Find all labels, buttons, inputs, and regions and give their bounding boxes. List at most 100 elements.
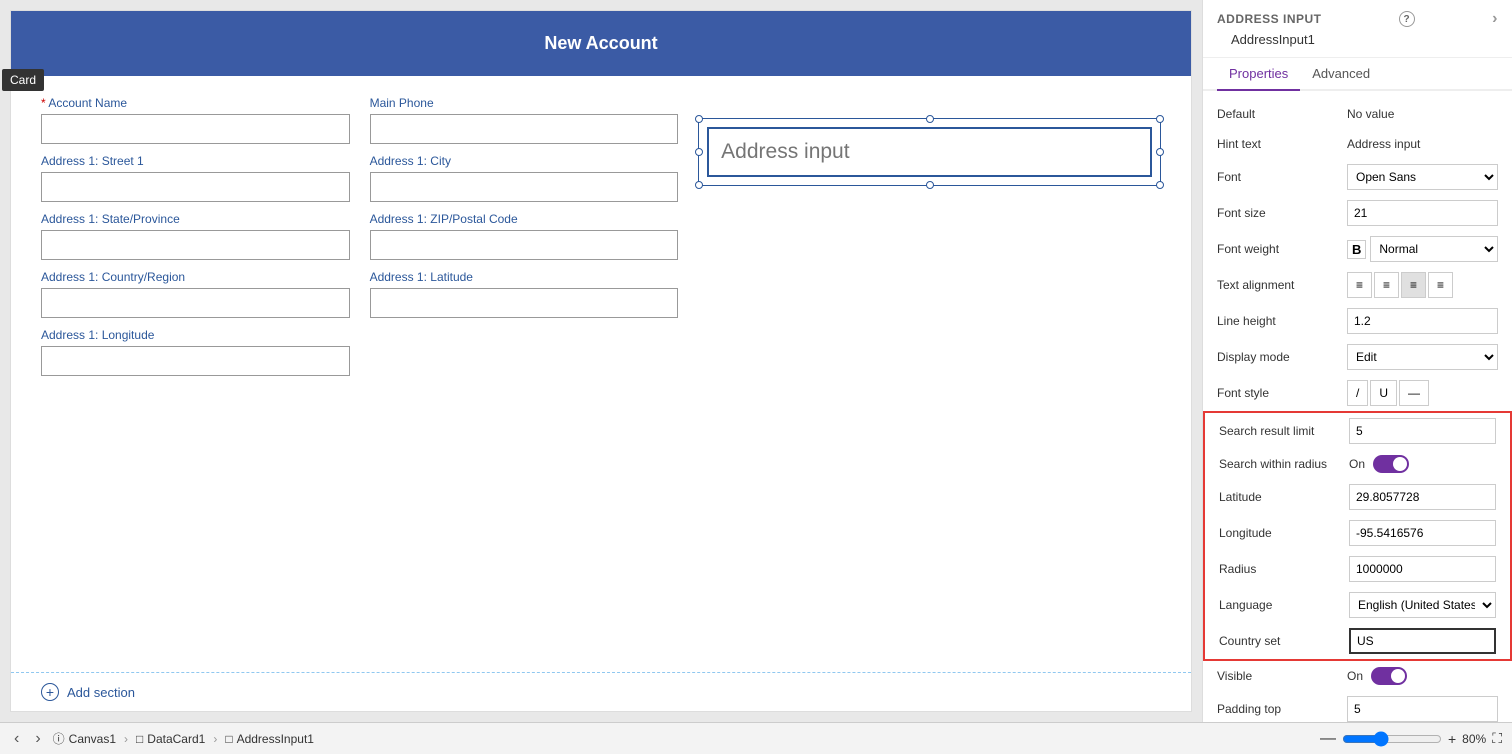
address-lat-field: Address 1: Latitude bbox=[370, 270, 679, 318]
search-within-radius-on-label: On bbox=[1349, 457, 1365, 471]
font-strikethrough-btn[interactable]: — bbox=[1399, 380, 1429, 406]
canvas-label: Canvas1 bbox=[69, 732, 116, 746]
align-justify-btn[interactable]: ≡ bbox=[1428, 272, 1453, 298]
info-icon[interactable]: ? bbox=[1399, 11, 1415, 27]
add-section-icon: + bbox=[41, 683, 59, 701]
address-lat-input[interactable] bbox=[370, 288, 679, 318]
panel-title: ADDRESS INPUT bbox=[1217, 12, 1322, 26]
resize-handle-bottom-mid[interactable] bbox=[926, 181, 934, 189]
prop-hint-text: Hint text Address input bbox=[1203, 129, 1512, 159]
prop-font-size-input[interactable] bbox=[1347, 200, 1498, 226]
prop-longitude: Longitude bbox=[1205, 515, 1510, 551]
tab-advanced[interactable]: Advanced bbox=[1300, 58, 1382, 91]
align-left-btn[interactable]: ≡ bbox=[1347, 272, 1372, 298]
zoom-plus-btn[interactable]: + bbox=[1448, 731, 1456, 747]
address-input-field[interactable] bbox=[707, 127, 1152, 177]
account-name-input[interactable] bbox=[41, 114, 350, 144]
main-phone-field: Main Phone bbox=[370, 96, 679, 144]
address-zip-input[interactable] bbox=[370, 230, 679, 260]
address-state-field: Address 1: State/Province bbox=[41, 212, 350, 260]
address-input-icon: □ bbox=[225, 732, 232, 746]
main-phone-input[interactable] bbox=[370, 114, 679, 144]
zoom-value: 80% bbox=[1462, 732, 1486, 746]
breadcrumb-canvas[interactable]: ⓘ Canvas1 bbox=[53, 730, 116, 747]
prop-padding-top: Padding top bbox=[1203, 691, 1512, 722]
card-tooltip: Card bbox=[2, 69, 44, 91]
prop-padding-top-input[interactable] bbox=[1347, 696, 1498, 722]
add-section-bar[interactable]: + Add section bbox=[11, 672, 1191, 711]
zoom-slider[interactable] bbox=[1342, 731, 1442, 747]
prop-search-within-radius-label: Search within radius bbox=[1219, 457, 1349, 471]
status-bar-right: — + 80% ⛶ bbox=[1320, 730, 1502, 748]
address-zip-field: Address 1: ZIP/Postal Code bbox=[370, 212, 679, 260]
prop-display-mode-label: Display mode bbox=[1217, 350, 1347, 364]
prop-line-height-label: Line height bbox=[1217, 314, 1347, 328]
chevron-back-btn[interactable]: ‹ bbox=[10, 728, 23, 750]
prop-country-set-input[interactable] bbox=[1349, 628, 1496, 654]
main-phone-label: Main Phone bbox=[370, 96, 679, 110]
resize-handle-top-left[interactable] bbox=[695, 115, 703, 123]
panel-close-icon[interactable]: › bbox=[1492, 10, 1498, 28]
resize-handle-top-right[interactable] bbox=[1156, 115, 1164, 123]
resize-handle-bottom-left[interactable] bbox=[695, 181, 703, 189]
visible-toggle-container: On bbox=[1347, 667, 1407, 685]
prop-latitude-input[interactable] bbox=[1349, 484, 1496, 510]
address-lon-input[interactable] bbox=[41, 346, 350, 376]
prop-font-style-label: Font style bbox=[1217, 386, 1347, 400]
prop-text-alignment: Text alignment ≡ ≡ ≡ ≡ bbox=[1203, 267, 1512, 303]
prop-longitude-input[interactable] bbox=[1349, 520, 1496, 546]
prop-language-select[interactable]: English (United States) bbox=[1349, 592, 1496, 618]
prop-longitude-label: Longitude bbox=[1219, 526, 1349, 540]
prop-font-size-label: Font size bbox=[1217, 206, 1347, 220]
prop-text-alignment-label: Text alignment bbox=[1217, 278, 1347, 292]
zoom-minus-btn[interactable]: — bbox=[1320, 730, 1336, 748]
search-within-radius-toggle[interactable] bbox=[1373, 455, 1409, 473]
prop-line-height-input[interactable] bbox=[1347, 308, 1498, 334]
prop-language: Language English (United States) bbox=[1205, 587, 1510, 623]
breadcrumb-datacard[interactable]: □ DataCard1 bbox=[136, 732, 205, 746]
visible-toggle[interactable] bbox=[1371, 667, 1407, 685]
address-street-input[interactable] bbox=[41, 172, 350, 202]
fullscreen-icon[interactable]: ⛶ bbox=[1492, 730, 1502, 747]
prop-search-result-limit-input[interactable] bbox=[1349, 418, 1496, 444]
breadcrumb-address-input[interactable]: □ AddressInput1 bbox=[225, 732, 314, 746]
align-right-btn[interactable]: ≡ bbox=[1401, 272, 1426, 298]
address-lon-label: Address 1: Longitude bbox=[41, 328, 350, 342]
address-lon-field: Address 1: Longitude bbox=[41, 328, 350, 376]
address-street-label: Address 1: Street 1 bbox=[41, 154, 350, 168]
prop-language-label: Language bbox=[1219, 598, 1349, 612]
prop-latitude-label: Latitude bbox=[1219, 490, 1349, 504]
resize-handle-right-mid[interactable] bbox=[1156, 148, 1164, 156]
address-input-container[interactable] bbox=[698, 118, 1161, 186]
prop-font-select[interactable]: Open Sans bbox=[1347, 164, 1498, 190]
tab-properties[interactable]: Properties bbox=[1217, 58, 1300, 91]
prop-radius-input[interactable] bbox=[1349, 556, 1496, 582]
resize-handle-left-mid[interactable] bbox=[695, 148, 703, 156]
address-state-label: Address 1: State/Province bbox=[41, 212, 350, 226]
prop-country-set-label: Country set bbox=[1219, 634, 1349, 648]
font-underline-btn[interactable]: U bbox=[1370, 380, 1397, 406]
prop-padding-top-label: Padding top bbox=[1217, 702, 1347, 716]
font-weight-select[interactable]: Normal Bold Lighter bbox=[1370, 236, 1498, 262]
prop-search-within-radius: Search within radius On bbox=[1205, 449, 1510, 479]
prop-display-mode-select[interactable]: Edit View Disabled bbox=[1347, 344, 1498, 370]
align-center-btn[interactable]: ≡ bbox=[1374, 272, 1399, 298]
breadcrumb-sep-1: › bbox=[124, 732, 128, 746]
prop-font-weight-label: Font weight bbox=[1217, 242, 1347, 256]
address-city-input[interactable] bbox=[370, 172, 679, 202]
font-italic-btn[interactable]: / bbox=[1347, 380, 1368, 406]
prop-font-weight: Font weight B Normal Bold Lighter bbox=[1203, 231, 1512, 267]
address-state-input[interactable] bbox=[41, 230, 350, 260]
prop-search-result-limit-label: Search result limit bbox=[1219, 424, 1349, 438]
prop-font-size: Font size bbox=[1203, 195, 1512, 231]
address-lat-label: Address 1: Latitude bbox=[370, 270, 679, 284]
chevron-fwd-btn[interactable]: › bbox=[31, 728, 44, 750]
highlight-section: Search result limit Search within radius… bbox=[1203, 411, 1512, 661]
prop-default-value: No value bbox=[1347, 107, 1498, 121]
address-country-input[interactable] bbox=[41, 288, 350, 318]
address-street-field: Address 1: Street 1 bbox=[41, 154, 350, 202]
font-weight-bold-icon: B bbox=[1347, 240, 1366, 259]
prop-radius-label: Radius bbox=[1219, 562, 1349, 576]
resize-handle-top-mid[interactable] bbox=[926, 115, 934, 123]
resize-handle-bottom-right[interactable] bbox=[1156, 181, 1164, 189]
